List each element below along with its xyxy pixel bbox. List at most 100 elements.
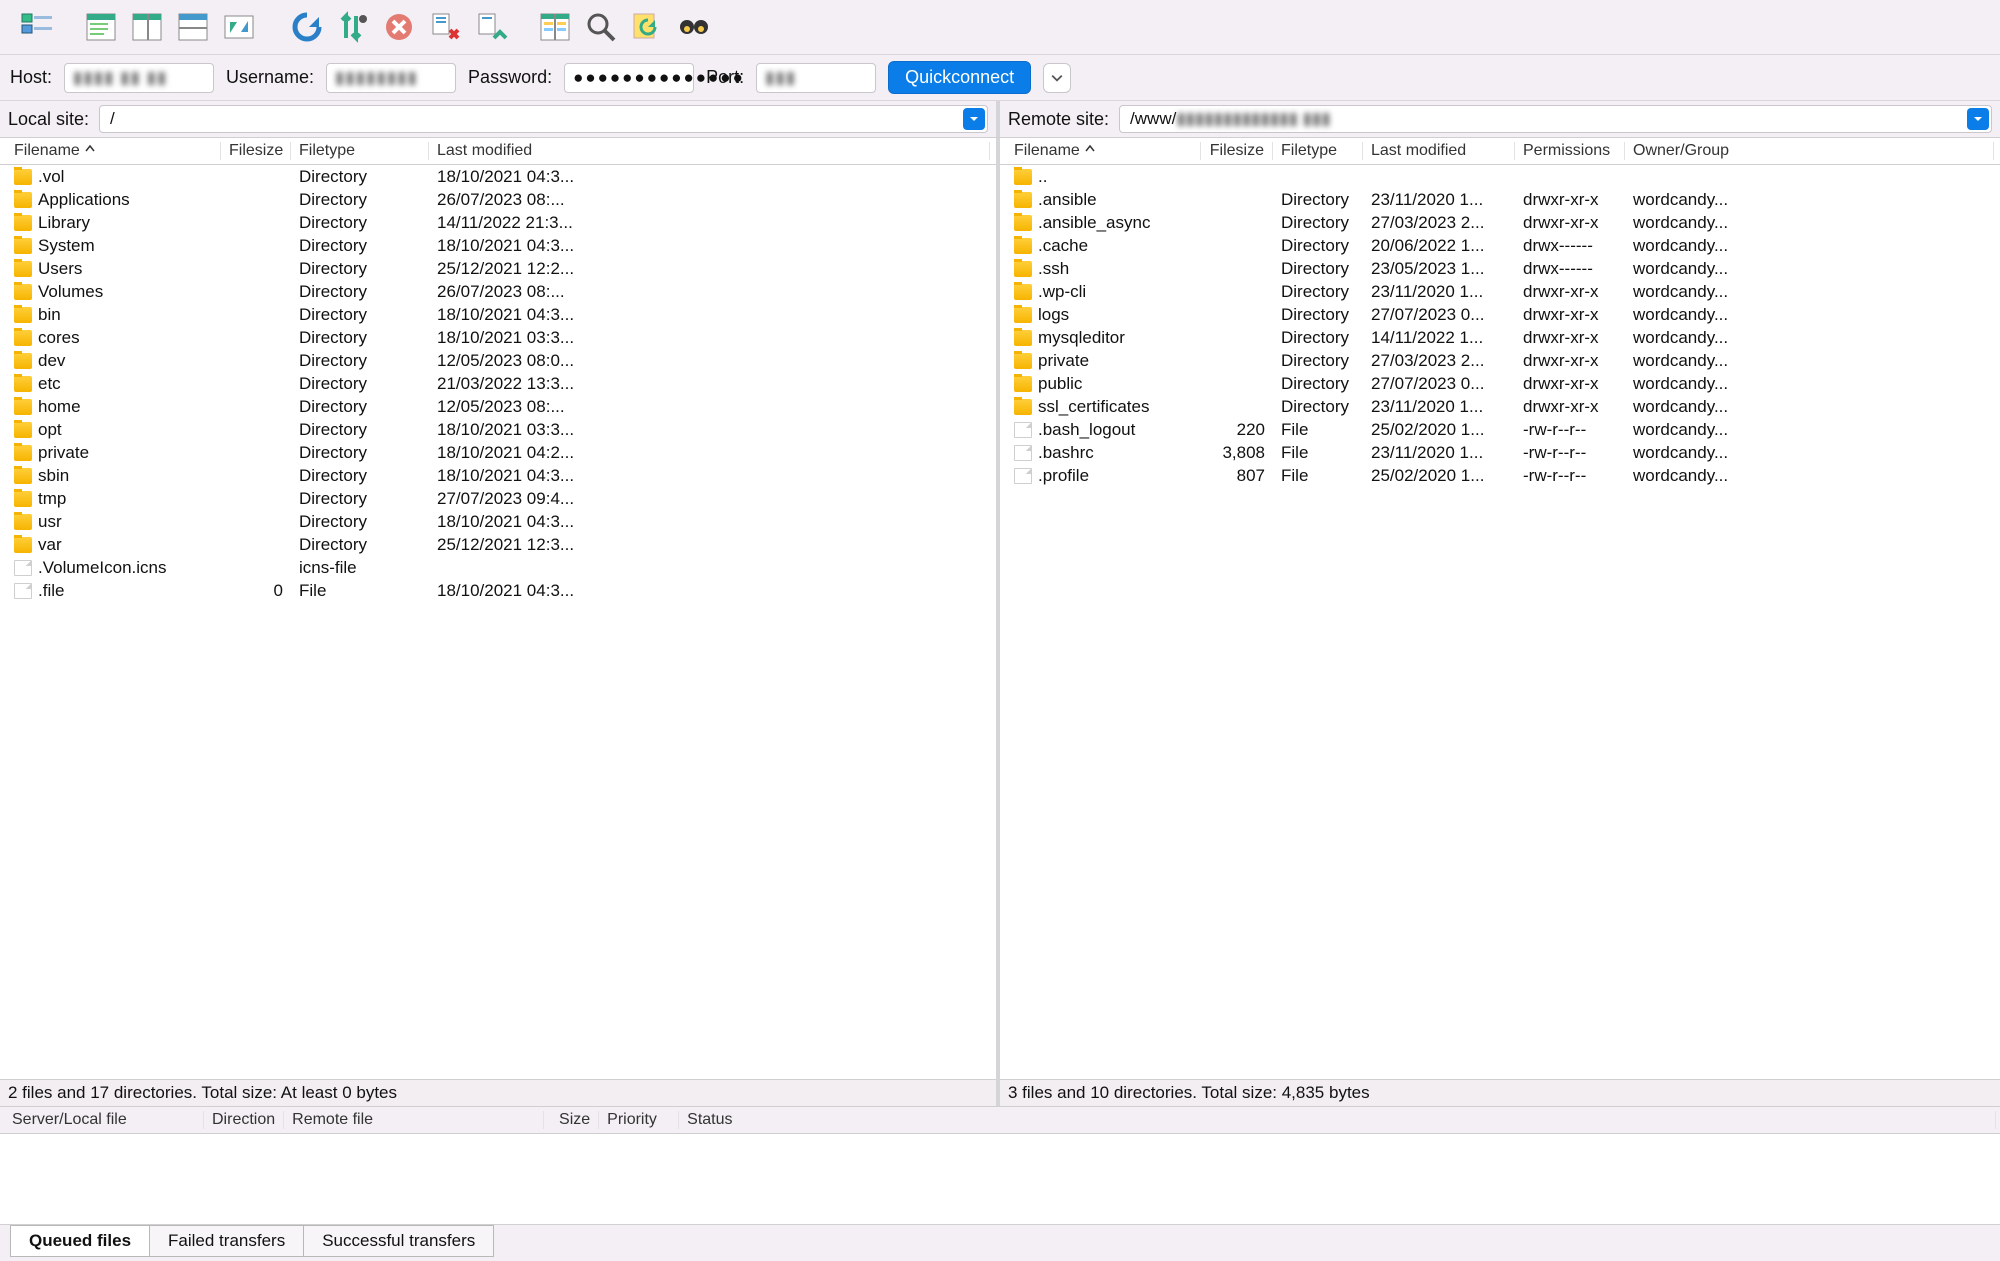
filter-icon[interactable] bbox=[332, 6, 374, 48]
col-filesize[interactable]: Filesize bbox=[1201, 142, 1273, 160]
username-input[interactable]: ▮▮▮▮▮▮▮▮ bbox=[326, 63, 456, 93]
table-row[interactable]: .ansible_asyncDirectory27/03/2023 2...dr… bbox=[1000, 211, 2000, 234]
table-row[interactable]: tmpDirectory27/07/2023 09:4... bbox=[0, 487, 996, 510]
table-row[interactable]: binDirectory18/10/2021 04:3... bbox=[0, 303, 996, 326]
col-filename[interactable]: Filename bbox=[1006, 142, 1201, 160]
table-row[interactable]: mysqleditorDirectory14/11/2022 1...drwxr… bbox=[1000, 326, 2000, 349]
col-filename[interactable]: Filename bbox=[6, 142, 221, 160]
search-icon[interactable] bbox=[580, 6, 622, 48]
cell-mod: 18/10/2021 04:3... bbox=[429, 466, 990, 486]
col-lastmod[interactable]: Last modified bbox=[429, 142, 990, 160]
table-row[interactable]: SystemDirectory18/10/2021 04:3... bbox=[0, 234, 996, 257]
cancel-icon[interactable] bbox=[378, 6, 420, 48]
compare-icon[interactable] bbox=[534, 6, 576, 48]
cell-mod: 14/11/2022 21:3... bbox=[429, 213, 990, 233]
col-filetype[interactable]: Filetype bbox=[1273, 142, 1363, 160]
remote-rows[interactable]: ...ansibleDirectory23/11/2020 1...drwxr-… bbox=[1000, 165, 2000, 1079]
port-label: Port: bbox=[706, 67, 744, 88]
table-row[interactable]: .volDirectory18/10/2021 04:3... bbox=[0, 165, 996, 188]
site-manager-icon[interactable] bbox=[16, 6, 58, 48]
table-row[interactable]: .. bbox=[1000, 165, 2000, 188]
table-row[interactable]: .sshDirectory23/05/2023 1...drwx------wo… bbox=[1000, 257, 2000, 280]
table-row[interactable]: homeDirectory12/05/2023 08:... bbox=[0, 395, 996, 418]
table-row[interactable]: privateDirectory27/03/2023 2...drwxr-xr-… bbox=[1000, 349, 2000, 372]
folder-icon bbox=[14, 192, 32, 208]
table-row[interactable]: .ansibleDirectory23/11/2020 1...drwxr-xr… bbox=[1000, 188, 2000, 211]
col-filesize[interactable]: Filesize bbox=[221, 142, 291, 160]
col-lastmod[interactable]: Last modified bbox=[1363, 142, 1515, 160]
sync-browse-icon[interactable] bbox=[218, 6, 260, 48]
table-row[interactable]: .profile807File25/02/2020 1...-rw-r--r--… bbox=[1000, 464, 2000, 487]
folder-icon bbox=[1014, 307, 1032, 323]
table-row[interactable]: .VolumeIcon.icnsicns-file bbox=[0, 556, 996, 579]
local-path-dropdown[interactable] bbox=[963, 108, 985, 130]
auto-reconnect-icon[interactable] bbox=[626, 6, 668, 48]
local-path-input[interactable]: / bbox=[99, 105, 988, 133]
table-row[interactable]: .file0File18/10/2021 04:3... bbox=[0, 579, 996, 602]
col-status[interactable]: Status bbox=[679, 1111, 1996, 1129]
cell-type: Directory bbox=[1273, 374, 1363, 394]
port-input[interactable]: ▮▮▮ bbox=[756, 63, 876, 93]
quickconnect-button[interactable]: Quickconnect bbox=[888, 61, 1031, 94]
table-row[interactable]: coresDirectory18/10/2021 03:3... bbox=[0, 326, 996, 349]
remote-path-dropdown[interactable] bbox=[1967, 108, 1989, 130]
folder-icon bbox=[1014, 169, 1032, 185]
remote-path-input[interactable]: /www/▮▮▮▮▮▮▮▮▮▮▮▮▮ ▮▮▮ bbox=[1119, 105, 1992, 133]
folder-icon bbox=[1014, 353, 1032, 369]
col-direction[interactable]: Direction bbox=[204, 1111, 284, 1129]
table-row[interactable]: optDirectory18/10/2021 03:3... bbox=[0, 418, 996, 441]
table-row[interactable]: UsersDirectory25/12/2021 12:2... bbox=[0, 257, 996, 280]
find-icon[interactable] bbox=[672, 6, 714, 48]
col-permissions[interactable]: Permissions bbox=[1515, 142, 1625, 160]
disconnect-icon[interactable] bbox=[424, 6, 466, 48]
bottom-tabs: Queued files Failed transfers Successful… bbox=[0, 1224, 2000, 1261]
col-owner[interactable]: Owner/Group bbox=[1625, 142, 1994, 160]
tab-failed-transfers[interactable]: Failed transfers bbox=[149, 1225, 304, 1257]
table-row[interactable]: LibraryDirectory14/11/2022 21:3... bbox=[0, 211, 996, 234]
local-header[interactable]: Filename Filesize Filetype Last modified bbox=[0, 138, 996, 165]
col-remote-file[interactable]: Remote file bbox=[284, 1111, 544, 1129]
quickconnect-history-dropdown[interactable] bbox=[1043, 63, 1071, 93]
col-filetype[interactable]: Filetype bbox=[291, 142, 429, 160]
table-row[interactable]: etcDirectory21/03/2022 13:3... bbox=[0, 372, 996, 395]
table-row[interactable]: VolumesDirectory26/07/2023 08:... bbox=[0, 280, 996, 303]
tab-successful-transfers[interactable]: Successful transfers bbox=[303, 1225, 494, 1257]
table-row[interactable]: usrDirectory18/10/2021 04:3... bbox=[0, 510, 996, 533]
table-row[interactable]: devDirectory12/05/2023 08:0... bbox=[0, 349, 996, 372]
file-name: Applications bbox=[38, 190, 130, 210]
col-server-local-file[interactable]: Server/Local file bbox=[4, 1111, 204, 1129]
refresh-icon[interactable] bbox=[286, 6, 328, 48]
tab-queued-files[interactable]: Queued files bbox=[10, 1225, 150, 1257]
table-row[interactable]: logsDirectory27/07/2023 0...drwxr-xr-xwo… bbox=[1000, 303, 2000, 326]
reconnect-icon[interactable] bbox=[470, 6, 512, 48]
queue-body[interactable] bbox=[0, 1134, 2000, 1224]
toggle-queue-icon[interactable] bbox=[126, 6, 168, 48]
local-rows[interactable]: .volDirectory18/10/2021 04:3...Applicati… bbox=[0, 165, 996, 1079]
cell-own: wordcandy... bbox=[1625, 351, 1994, 371]
table-row[interactable]: ssl_certificatesDirectory23/11/2020 1...… bbox=[1000, 395, 2000, 418]
table-row[interactable]: .bash_logout220File25/02/2020 1...-rw-r-… bbox=[1000, 418, 2000, 441]
table-row[interactable]: varDirectory25/12/2021 12:3... bbox=[0, 533, 996, 556]
table-row[interactable]: .cacheDirectory20/06/2022 1...drwx------… bbox=[1000, 234, 2000, 257]
table-row[interactable]: sbinDirectory18/10/2021 04:3... bbox=[0, 464, 996, 487]
table-row[interactable]: privateDirectory18/10/2021 04:2... bbox=[0, 441, 996, 464]
folder-icon bbox=[1014, 261, 1032, 277]
col-size[interactable]: Size bbox=[544, 1111, 599, 1129]
queue-header[interactable]: Server/Local file Direction Remote file … bbox=[0, 1106, 2000, 1134]
table-row[interactable]: publicDirectory27/07/2023 0...drwxr-xr-x… bbox=[1000, 372, 2000, 395]
col-priority[interactable]: Priority bbox=[599, 1111, 679, 1129]
host-input[interactable]: ▮▮▮▮ ▮▮ ▮▮ bbox=[64, 63, 214, 93]
table-row[interactable]: .bashrc3,808File23/11/2020 1...-rw-r--r-… bbox=[1000, 441, 2000, 464]
file-name: .vol bbox=[38, 167, 64, 187]
table-row[interactable]: ApplicationsDirectory26/07/2023 08:... bbox=[0, 188, 996, 211]
cell-perm: -rw-r--r-- bbox=[1515, 466, 1625, 486]
toggle-tree-icon[interactable] bbox=[80, 6, 122, 48]
cell-size: 220 bbox=[1201, 420, 1273, 440]
cell-type: Directory bbox=[291, 535, 429, 555]
remote-header[interactable]: Filename Filesize Filetype Last modified… bbox=[1000, 138, 2000, 165]
file-name: Library bbox=[38, 213, 90, 233]
password-input[interactable]: ●●●●●●●●●●●●●● bbox=[564, 63, 694, 93]
toggle-log-icon[interactable] bbox=[172, 6, 214, 48]
cell-type: Directory bbox=[291, 259, 429, 279]
table-row[interactable]: .wp-cliDirectory23/11/2020 1...drwxr-xr-… bbox=[1000, 280, 2000, 303]
